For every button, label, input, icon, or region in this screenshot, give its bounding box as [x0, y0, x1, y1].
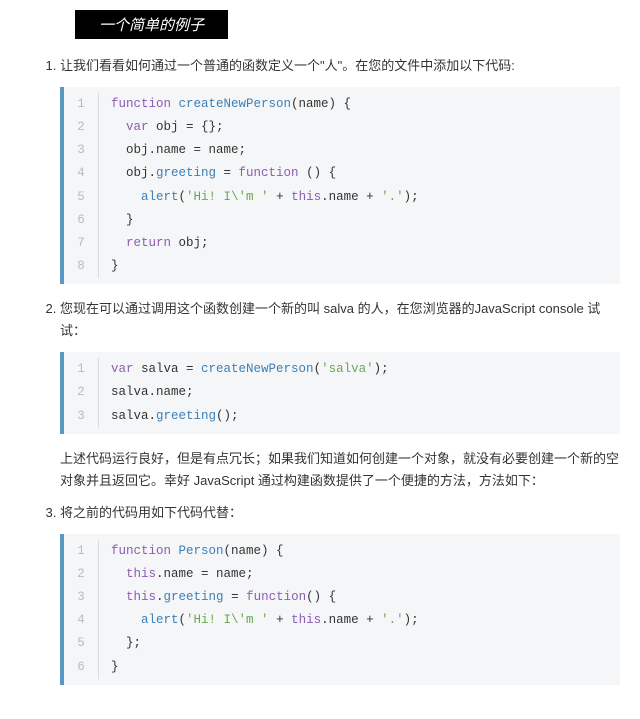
line-number: 5: [64, 632, 99, 655]
line-number: 1: [64, 358, 99, 381]
line-number: 1: [64, 540, 99, 563]
code-block-1: 1function createNewPerson(name) { 2 var …: [60, 87, 620, 284]
code-line: obj.name = name;: [99, 139, 246, 162]
list-item: 让我们看看如何通过一个普通的函数定义一个"人"。在您的文件中添加以下代码: 1f…: [60, 55, 620, 284]
paragraph: 上述代码运行良好，但是有点冗长；如果我们知道如何创建一个对象，就没有必要创建一个…: [60, 448, 620, 492]
code-line: salva.greeting();: [99, 405, 239, 428]
code-line: salva.name;: [99, 381, 194, 404]
code-block-3: 1function Person(name) { 2 this.name = n…: [60, 534, 620, 685]
line-number: 1: [64, 93, 99, 116]
section-header: 一个简单的例子: [75, 10, 228, 39]
code-line: }: [99, 255, 119, 278]
line-number: 7: [64, 232, 99, 255]
line-number: 4: [64, 162, 99, 185]
code-line: alert('Hi! I\'m ' + this.name + '.');: [99, 609, 419, 632]
instruction-list: 让我们看看如何通过一个普通的函数定义一个"人"。在您的文件中添加以下代码: 1f…: [20, 55, 620, 434]
line-number: 6: [64, 656, 99, 679]
code-line: var salva = createNewPerson('salva');: [99, 358, 389, 381]
code-line: obj.greeting = function () {: [99, 162, 336, 185]
list-item: 您现在可以通过调用这个函数创建一个新的叫 salva 的人，在您浏览器的Java…: [60, 298, 620, 434]
line-number: 3: [64, 405, 99, 428]
line-number: 2: [64, 563, 99, 586]
line-number: 8: [64, 255, 99, 278]
item-text: 您现在可以通过调用这个函数创建一个新的叫 salva 的人，在您浏览器的Java…: [60, 301, 600, 338]
code-line: this.greeting = function() {: [99, 586, 336, 609]
code-line: function Person(name) {: [99, 540, 284, 563]
code-line: alert('Hi! I\'m ' + this.name + '.');: [99, 186, 419, 209]
code-line: return obj;: [99, 232, 209, 255]
line-number: 2: [64, 116, 99, 139]
line-number: 4: [64, 609, 99, 632]
code-block-2: 1var salva = createNewPerson('salva'); 2…: [60, 352, 620, 433]
line-number: 2: [64, 381, 99, 404]
instruction-list-cont: 将之前的代码用如下代码代替： 1function Person(name) { …: [20, 502, 620, 685]
list-item: 将之前的代码用如下代码代替： 1function Person(name) { …: [60, 502, 620, 685]
item-text: 将之前的代码用如下代码代替：: [60, 505, 242, 520]
code-line: this.name = name;: [99, 563, 254, 586]
line-number: 3: [64, 586, 99, 609]
line-number: 3: [64, 139, 99, 162]
line-number: 6: [64, 209, 99, 232]
code-line: function createNewPerson(name) {: [99, 93, 351, 116]
code-line: }: [99, 209, 134, 232]
code-line: };: [99, 632, 141, 655]
code-line: }: [99, 656, 119, 679]
code-line: var obj = {};: [99, 116, 224, 139]
item-text: 让我们看看如何通过一个普通的函数定义一个"人"。在您的文件中添加以下代码:: [60, 58, 515, 73]
line-number: 5: [64, 186, 99, 209]
